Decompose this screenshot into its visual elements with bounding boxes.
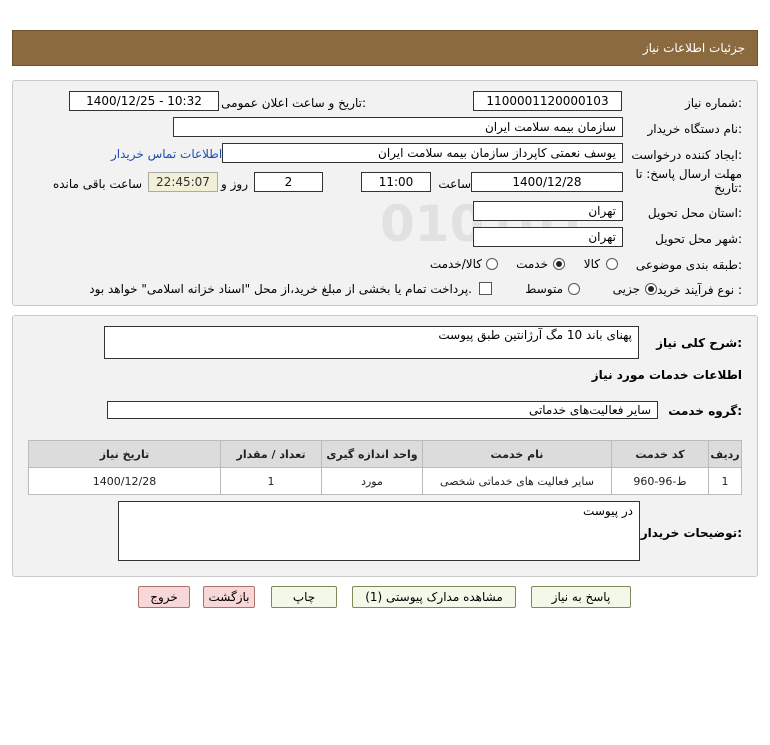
col-row-number: ردیف (708, 440, 742, 468)
purchase-medium-radio[interactable] (568, 283, 580, 295)
deadline-date-field: 1400/12/28 (471, 172, 623, 192)
cell-row-number: 1 (708, 467, 742, 495)
purchase-type-label: نوع فرآیند خرید : (657, 283, 742, 297)
category-goods-service-radio[interactable] (486, 258, 498, 270)
remaining-label: ساعت باقی مانده (52, 177, 142, 191)
print-button[interactable]: چاپ (271, 586, 337, 608)
deadline-time-field: 11:00 (361, 172, 431, 192)
exit-button[interactable]: خروج (138, 586, 190, 608)
service-group-label: گروه خدمت: (668, 404, 742, 418)
province-label: استان محل تحویل: (647, 206, 742, 220)
page-header: جزئیات اطلاعات نیاز (12, 30, 758, 66)
deadline-label: مهلت ارسال پاسخ: تا تاریخ: (635, 167, 742, 195)
purchase-partial-label: جزیی (612, 282, 640, 296)
summary-field: پهنای باند 10 مگ آرژانتین طبق پیوست (104, 326, 639, 359)
category-goods-label: کالا (583, 257, 600, 271)
announce-field: 1400/12/25 - 10:32 (69, 91, 219, 111)
province-field: تهران (473, 201, 623, 221)
days-label: روز و (221, 177, 248, 191)
col-quantity: تعداد / مقدار (220, 440, 322, 468)
category-goods-radio[interactable] (606, 258, 618, 270)
cell-unit: مورد (321, 467, 423, 495)
page-title: جزئیات اطلاعات نیاز (642, 41, 745, 55)
cell-quantity: 1 (220, 467, 322, 495)
creator-field: یوسف نعمتی کاپرداز سازمان بیمه سلامت ایر… (222, 143, 623, 163)
remaining-time-field: 22:45:07 (148, 172, 218, 192)
time-label: ساعت (438, 177, 471, 191)
services-table: ردیف کد خدمت نام خدمت واحد اندازه گیری ت… (28, 440, 742, 495)
view-attachments-button[interactable]: مشاهده مدارک پیوستی (1) (352, 586, 516, 608)
col-service-name: نام خدمت (422, 440, 612, 468)
days-field: 2 (254, 172, 323, 192)
cell-service-name: سایر فعالیت های خدماتی شخصی (422, 467, 612, 495)
table-header-row: ردیف کد خدمت نام خدمت واحد اندازه گیری ت… (28, 440, 742, 468)
contact-buyer-link[interactable]: اطلاعات تماس خریدار (111, 147, 222, 161)
buyer-notes-field: در پیوست (118, 501, 640, 561)
back-button[interactable]: بازگشت (203, 586, 255, 608)
services-heading: اطلاعات خدمات مورد نیاز (591, 368, 742, 382)
need-number-label: شماره نیاز: (684, 96, 742, 110)
cell-need-date: 1400/12/28 (28, 467, 221, 495)
purchase-partial-radio[interactable] (645, 283, 657, 295)
col-need-date: تاریخ نیاز (28, 440, 221, 468)
category-service-label: خدمت (516, 257, 548, 271)
buyer-notes-label: توضیحات خریدار: (640, 526, 742, 540)
purchase-medium-label: متوسط (525, 282, 563, 296)
col-unit: واحد اندازه گیری (321, 440, 423, 468)
need-number-field: 1100001120000103 (473, 91, 622, 111)
city-label: شهر محل تحویل: (655, 232, 742, 246)
creator-label: ایجاد کننده درخواست: (631, 148, 742, 162)
service-group-field: سایر فعالیت‌های خدماتی (107, 401, 658, 419)
announce-label: تاریخ و ساعت اعلان عمومی: (221, 96, 366, 110)
treasury-payment-checkbox[interactable] (479, 282, 492, 295)
city-field: تهران (473, 227, 623, 247)
category-goods-service-label: کالا/خدمت (429, 257, 482, 271)
buyer-org-label: نام دستگاه خریدار: (647, 122, 743, 136)
buyer-org-field: سازمان بیمه سلامت ایران (173, 117, 623, 137)
reply-button[interactable]: پاسخ به نیاز (531, 586, 631, 608)
treasury-payment-note: پرداخت تمام یا بخشی از مبلغ خرید،از محل … (89, 282, 472, 296)
cell-service-code: ط-96-960 (611, 467, 709, 495)
category-label: طبقه بندی موضوعی: (635, 258, 742, 272)
table-row: 1 ط-96-960 سایر فعالیت های خدماتی شخصی م… (28, 467, 742, 495)
col-service-code: کد خدمت (611, 440, 709, 468)
category-service-radio[interactable] (553, 258, 565, 270)
summary-label: شرح کلی نیاز: (656, 336, 742, 350)
